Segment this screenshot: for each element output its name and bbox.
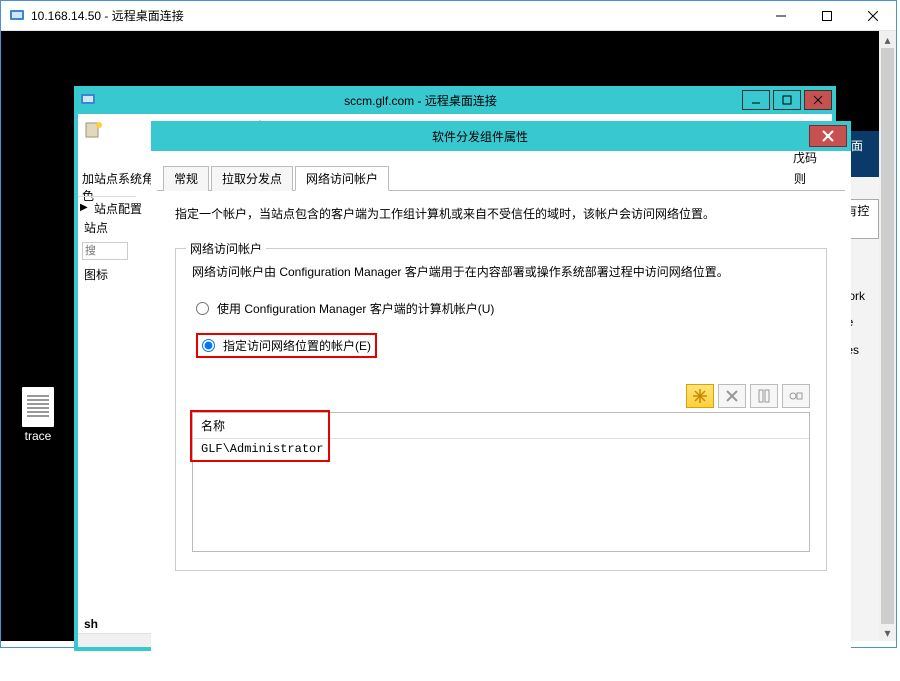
close-button[interactable] [850,1,896,31]
minimize-button[interactable] [758,1,804,31]
group-legend: 网络访问帐户 [186,240,266,257]
add-account-button[interactable] [686,384,714,408]
inner-window-title: sccm.glf.com - 远程桌面连接 [102,92,739,109]
panel-sh-label: sh [84,617,98,631]
radio-use-computer-account[interactable]: 使用 Configuration Manager 客户端的计算机帐户(U) [196,300,806,317]
tab-network-account[interactable]: 网络访问帐户 [295,166,389,191]
x-icon [726,390,738,402]
properties-icon [758,389,770,403]
dialog-close-button[interactable] [809,125,847,147]
radio-label-specify: 指定访问网络位置的帐户(E) [223,337,371,354]
scroll-thumb[interactable] [881,48,894,624]
verify-account-button[interactable] [782,384,810,408]
dialog-titlebar: 软件分发组件属性 [151,121,851,151]
inner-titlebar: sccm.glf.com - 远程桌面连接 [74,86,836,114]
dialog-body: 常规 拉取分发点 网络访问帐户 指定一个帐户，当站点包含的客户端为工作组计算机或… [157,157,845,675]
radio-specify-account[interactable]: 指定访问网络位置的帐户(E) [196,333,377,358]
radio-label-computer: 使用 Configuration Manager 客户端的计算机帐户(U) [217,300,494,317]
tab-strip: 常规 拉取分发点 网络访问帐户 [157,157,845,191]
desktop-file-icon[interactable]: trace [19,387,57,443]
rdp-icon [80,92,96,108]
radio-input-specify[interactable] [202,339,215,352]
verify-icon [789,390,803,402]
annotation-highlight [190,410,330,462]
tab-general[interactable]: 常规 [163,166,209,191]
panel-icons-label: 图标 [78,264,136,285]
scroll-up-icon[interactable]: ▴ [879,31,896,48]
inner-minimize-button[interactable] [742,90,770,110]
truncated-label: 则 [794,170,806,187]
outer-window-title: 10.168.14.50 - 远程桌面连接 [31,7,758,24]
maximize-button[interactable] [804,1,850,31]
properties-dialog: 软件分发组件属性 常规 拉取分发点 网络访问帐户 指定一个帐户，当站点包含的客户… [151,121,851,681]
dialog-description: 指定一个帐户，当站点包含的客户端为工作组计算机或来自不受信任的域时，该帐户会访问… [175,205,827,222]
account-button-row [192,384,810,408]
scroll-down-icon[interactable]: ▾ [879,624,896,641]
server-icon[interactable] [84,120,104,140]
panel-site-label[interactable]: 站点 [78,217,136,238]
network-account-group: 网络访问帐户 网络访问帐户由 Configuration Manager 客户端… [175,248,827,571]
dialog-title: 软件分发组件属性 [151,128,809,145]
sccm-left-panel: 站点 图标 sh [78,196,136,633]
edit-account-button[interactable] [750,384,778,408]
outer-rdp-window: 10.168.14.50 - 远程桌面连接 trace sccm.glf.com… [0,0,897,648]
outer-titlebar: 10.168.14.50 - 远程桌面连接 [1,1,896,31]
search-input[interactable] [82,242,128,260]
delete-account-button[interactable] [718,384,746,408]
desktop-file-label: trace [25,429,52,443]
truncated-label: 戊码 [793,149,817,166]
rdp-icon [9,8,25,24]
group-description: 网络访问帐户由 Configuration Manager 客户端用于在内容部署… [192,263,810,280]
inner-maximize-button[interactable] [773,90,801,110]
inner-close-button[interactable] [804,90,832,110]
radio-input-computer[interactable] [196,302,209,315]
document-icon [22,387,54,427]
vertical-scrollbar[interactable]: ▴ ▾ [879,31,896,641]
tab-pull-dp[interactable]: 拉取分发点 [211,166,293,191]
starburst-icon [693,389,707,403]
tab-content: 指定一个帐户，当站点包含的客户端为工作组计算机或来自不受信任的域时，该帐户会访问… [157,191,845,585]
